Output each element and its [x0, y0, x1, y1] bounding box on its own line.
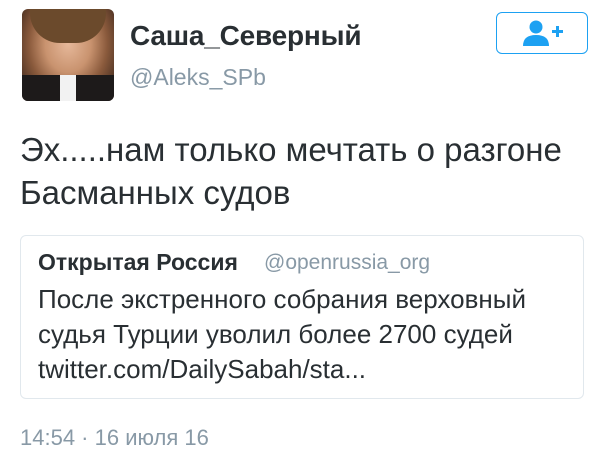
avatar-shirt	[60, 75, 76, 101]
avatar-hair	[30, 9, 106, 43]
quoted-author-handle: @openrussia_org	[264, 251, 431, 274]
quoted-tweet-card[interactable]: Открытая Россия @openrussia_org После эк…	[20, 235, 584, 399]
quoted-author-name: Открытая Россия	[38, 249, 238, 275]
tweet-text: Эх.....нам только мечтать о разгоне Басм…	[20, 128, 590, 214]
avatar[interactable]	[22, 9, 114, 101]
quoted-link[interactable]: twitter.com/DailySabah/sta...	[38, 352, 578, 387]
quoted-text-line: После экстренного собрания верховный	[38, 284, 526, 314]
add-user-icon	[523, 20, 563, 46]
follow-button[interactable]	[496, 12, 588, 54]
quoted-tweet-text: После экстренного собрания верховный суд…	[38, 282, 578, 387]
quoted-text-line: судья Турции уволил более 2700 судей	[38, 319, 513, 349]
tweet-timestamp[interactable]: 14:54 · 16 июля 16	[20, 425, 209, 451]
tweet-text-line: Эх.....нам только мечтать о разгоне	[20, 131, 562, 168]
author-handle[interactable]: @Aleks_SPb	[130, 64, 266, 91]
tweet-text-line: Басманных судов	[20, 174, 291, 211]
author-name[interactable]: Саша_Северный	[130, 20, 362, 52]
